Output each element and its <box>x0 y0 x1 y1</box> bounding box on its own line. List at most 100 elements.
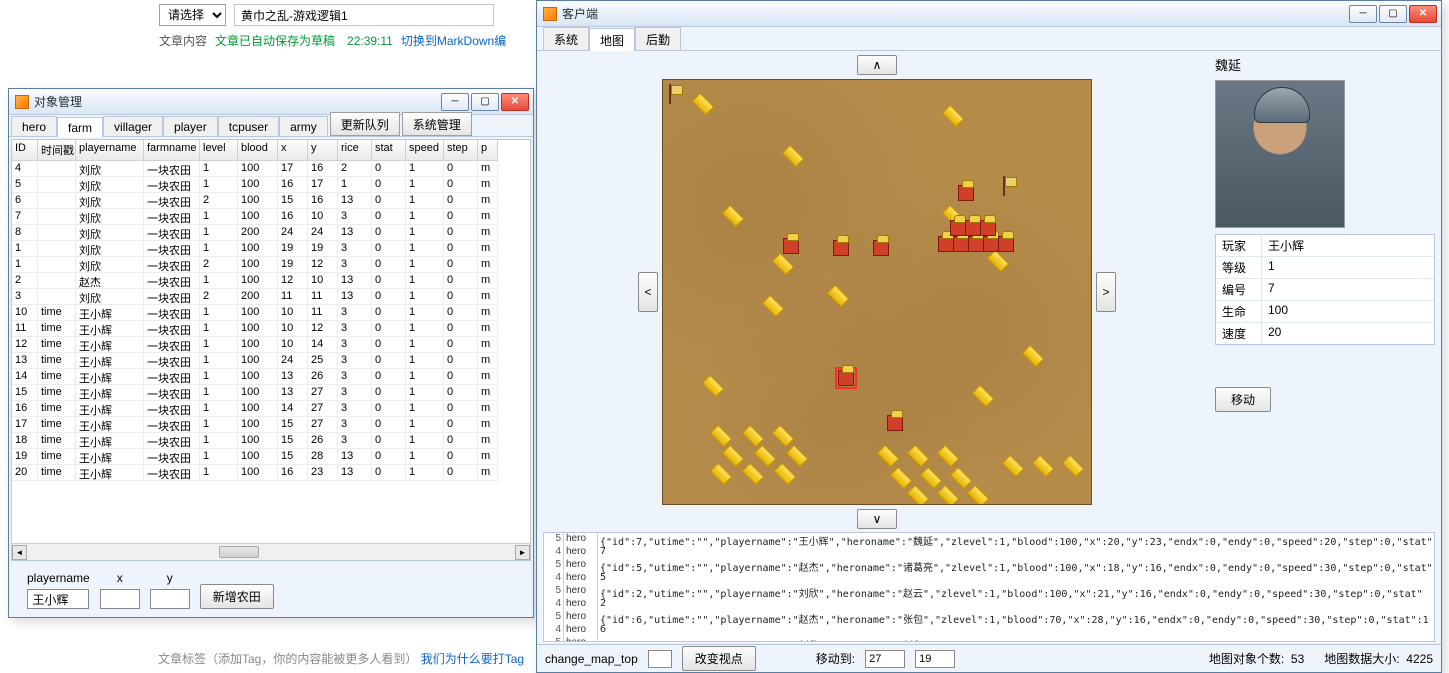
table-row[interactable]: 3刘欣一块农田2200111113010m <box>12 289 530 305</box>
add-farm-button[interactable]: 新增农田 <box>200 584 274 609</box>
table-row[interactable]: 19time王小辉一块农田1100152813010m <box>12 449 530 465</box>
table-row[interactable]: 11time王小辉一块农田110010123010m <box>12 321 530 337</box>
col-ID[interactable]: ID <box>12 140 38 161</box>
article-title-input[interactable] <box>234 4 494 26</box>
table-row[interactable]: 12time王小辉一块农田110010143010m <box>12 337 530 353</box>
table-row[interactable]: 14time王小辉一块农田110013263010m <box>12 369 530 385</box>
gold-tile[interactable] <box>1002 455 1025 478</box>
col-stat[interactable]: stat <box>372 140 406 161</box>
gold-tile[interactable] <box>742 463 765 486</box>
table-row[interactable]: 18time王小辉一块农田110015263010m <box>12 433 530 449</box>
gold-tile[interactable] <box>877 445 900 468</box>
playername-input[interactable] <box>27 589 89 609</box>
gold-tile[interactable] <box>782 145 805 168</box>
table-row[interactable]: 13time王小辉一块农田110024253010m <box>12 353 530 369</box>
gold-tile[interactable] <box>722 445 745 468</box>
gold-tile[interactable] <box>772 425 795 448</box>
log-area[interactable]: 5454545454 heroheroheroheroheroheroheroh… <box>543 532 1435 642</box>
col-playername[interactable]: playername <box>76 140 144 161</box>
tab-army[interactable]: army <box>279 116 328 136</box>
move-hero-button[interactable]: 移动 <box>1215 387 1271 412</box>
change-view-button[interactable]: 改变视点 <box>682 646 756 671</box>
map-unit[interactable] <box>833 240 849 256</box>
titlebar[interactable]: 客户端 ─ ▢ ✕ <box>537 1 1441 27</box>
gold-tile[interactable] <box>774 463 797 486</box>
gold-tile[interactable] <box>702 375 725 398</box>
table-row[interactable]: 2赵杰一块农田1100121013010m <box>12 273 530 289</box>
table-row[interactable]: 8刘欣一块农田1200242413010m <box>12 225 530 241</box>
gold-tile[interactable] <box>772 253 795 276</box>
scroll-right-arrow[interactable]: ► <box>515 545 530 560</box>
gold-tile[interactable] <box>722 205 745 228</box>
minimize-button[interactable]: ─ <box>1349 5 1377 23</box>
footer-tag-link[interactable]: 我们为什么要打Tag <box>421 652 524 666</box>
switch-markdown-link[interactable]: 切换到MarkDown编 <box>401 32 506 49</box>
gold-tile[interactable] <box>937 445 960 468</box>
gold-tile[interactable] <box>972 385 995 408</box>
col-p[interactable]: p <box>478 140 498 161</box>
tab-更新队列[interactable]: 更新队列 <box>330 112 400 136</box>
map-right-button[interactable]: > <box>1096 272 1116 312</box>
table-row[interactable]: 16time王小辉一块农田110014273010m <box>12 401 530 417</box>
moveto-x-input[interactable] <box>865 650 905 668</box>
gold-tile[interactable] <box>1032 455 1055 478</box>
col-speed[interactable]: speed <box>406 140 444 161</box>
log-line[interactable]: {"id":1,"utime":"","playername":"刘欣","he… <box>598 637 1434 641</box>
table-row[interactable]: 5刘欣一块农田110016171010m <box>12 177 530 193</box>
gold-tile[interactable] <box>937 485 960 505</box>
log-line[interactable]: {"id":5,"utime":"","playername":"赵杰","he… <box>598 559 1434 572</box>
scroll-thumb[interactable] <box>219 546 259 558</box>
scroll-left-arrow[interactable]: ◄ <box>12 545 27 560</box>
gold-tile[interactable] <box>827 285 850 308</box>
map-unit[interactable] <box>950 220 966 236</box>
col-x[interactable]: x <box>278 140 308 161</box>
moveto-y-input[interactable] <box>915 650 955 668</box>
gold-tile[interactable] <box>1022 345 1045 368</box>
cmd-input[interactable] <box>648 650 672 668</box>
map-unit[interactable] <box>873 240 889 256</box>
map-left-button[interactable]: < <box>638 272 658 312</box>
log-line[interactable]: {"id":2,"utime":"","playername":"刘欣","he… <box>598 585 1434 598</box>
table-row[interactable]: 1刘欣一块农田210019123010m <box>12 257 530 273</box>
tab-player[interactable]: player <box>163 116 218 136</box>
col-step[interactable]: step <box>444 140 478 161</box>
map-unit[interactable] <box>980 220 996 236</box>
tab-系统[interactable]: 系统 <box>543 27 589 50</box>
gold-tile[interactable] <box>742 425 765 448</box>
farm-grid[interactable]: ID时间戳playernamefarmnamelevelbloodxyrices… <box>11 139 531 561</box>
col-时间戳[interactable]: 时间戳 <box>38 140 76 161</box>
tab-后勤[interactable]: 后勤 <box>635 27 681 50</box>
gold-tile[interactable] <box>907 485 930 505</box>
log-line[interactable]: {"id":6,"utime":"","playername":"赵杰","he… <box>598 611 1434 624</box>
tab-villager[interactable]: villager <box>103 116 163 136</box>
map-unit[interactable] <box>783 238 799 254</box>
gold-tile[interactable] <box>987 250 1010 273</box>
gold-tile[interactable] <box>1062 455 1085 478</box>
map-unit[interactable] <box>983 236 999 252</box>
gold-tile[interactable] <box>920 467 943 490</box>
table-row[interactable]: 10time王小辉一块农田110010113010m <box>12 305 530 321</box>
gold-tile[interactable] <box>890 467 913 490</box>
gold-tile[interactable] <box>762 295 785 318</box>
map-unit[interactable] <box>965 220 981 236</box>
gold-tile[interactable] <box>967 485 990 505</box>
x-input[interactable] <box>100 589 140 609</box>
y-input[interactable] <box>150 589 190 609</box>
map-canvas[interactable] <box>662 79 1092 505</box>
table-row[interactable]: 4刘欣一块农田110017162010m <box>12 161 530 177</box>
col-y[interactable]: y <box>308 140 338 161</box>
map-unit[interactable] <box>958 185 974 201</box>
gold-tile[interactable] <box>710 463 733 486</box>
log-line[interactable]: {"id":7,"utime":"","playername":"王小辉","h… <box>598 533 1434 546</box>
tab-系统管理[interactable]: 系统管理 <box>402 112 472 136</box>
gold-tile[interactable] <box>692 93 715 116</box>
close-button[interactable]: ✕ <box>501 93 529 111</box>
map-unit[interactable] <box>887 415 903 431</box>
col-level[interactable]: level <box>200 140 238 161</box>
close-button[interactable]: ✕ <box>1409 5 1437 23</box>
map-unit[interactable] <box>953 236 969 252</box>
table-row[interactable]: 20time王小辉一块农田1100162313010m <box>12 465 530 481</box>
table-row[interactable]: 1刘欣一块农田110019193010m <box>12 241 530 257</box>
flag-icon[interactable] <box>667 84 683 104</box>
map-unit[interactable] <box>998 236 1014 252</box>
